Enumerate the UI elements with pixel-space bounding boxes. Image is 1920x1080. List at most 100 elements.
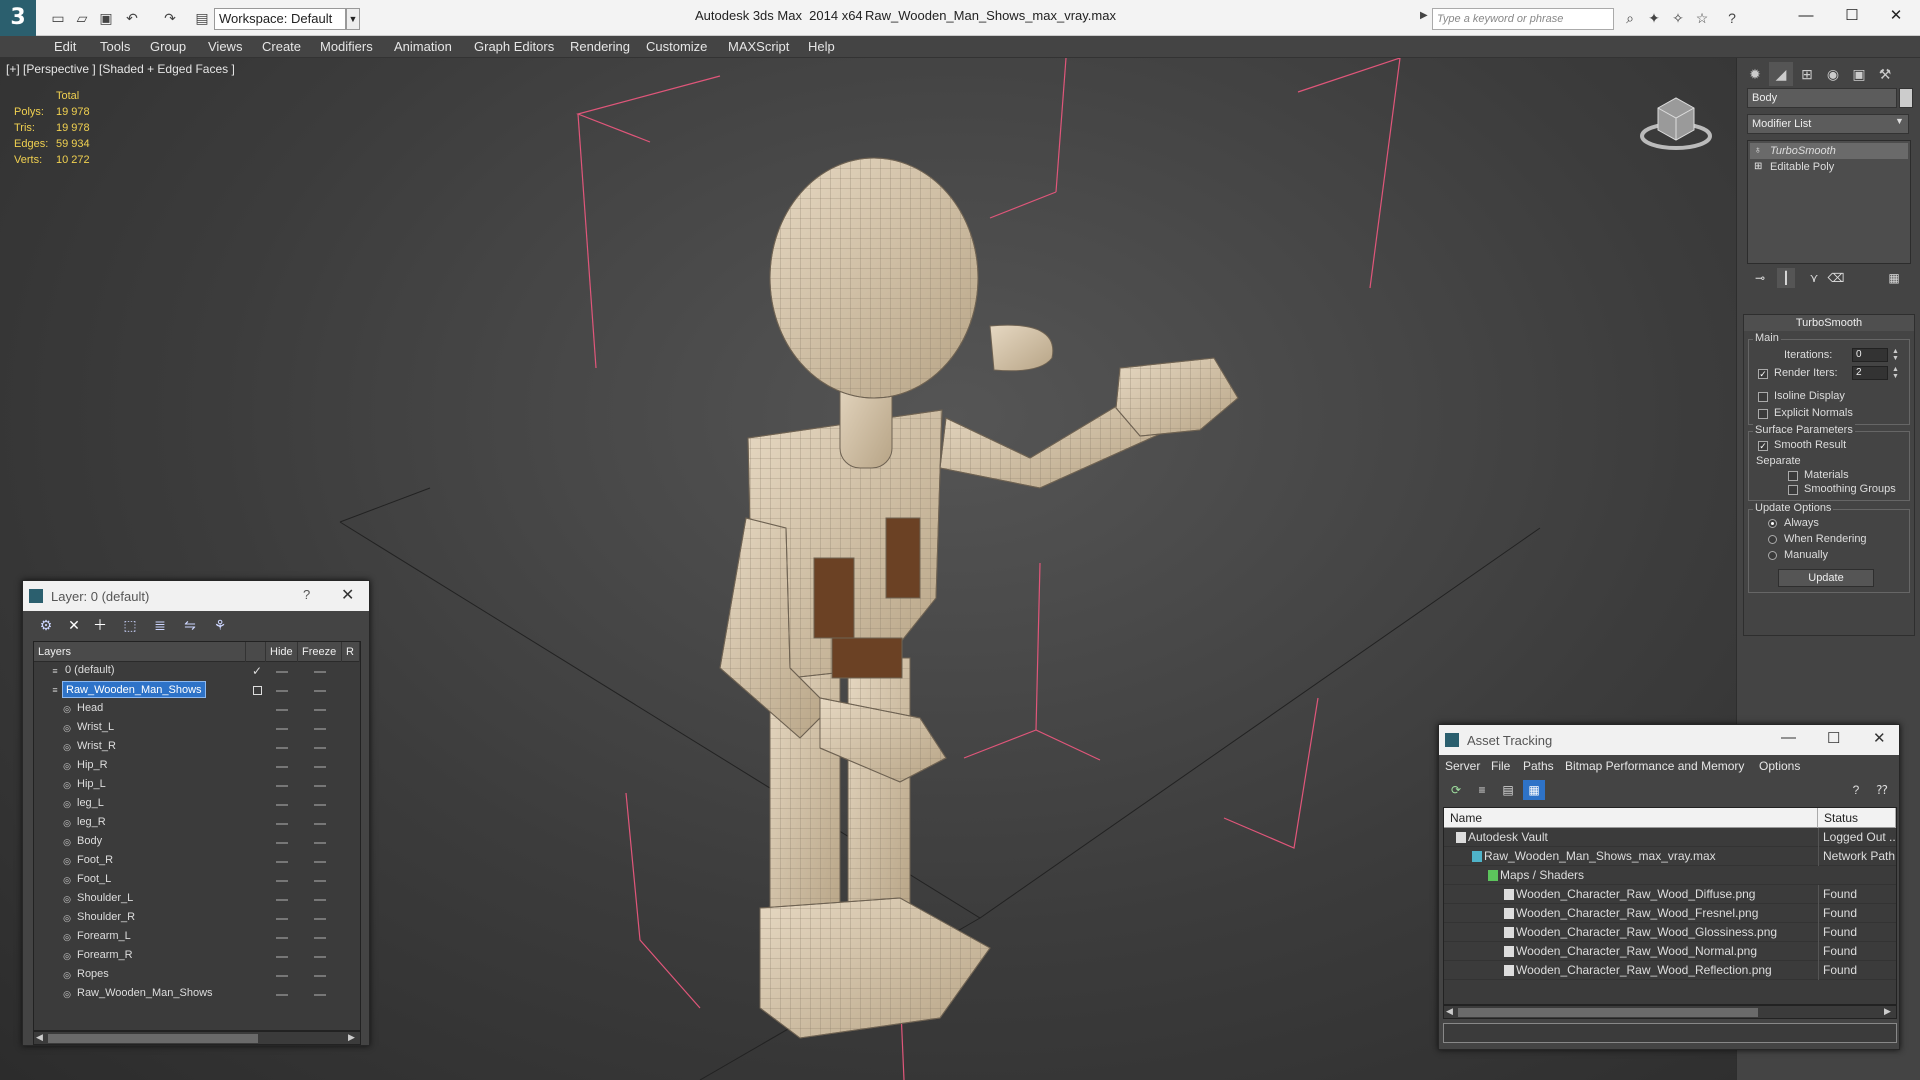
display-tab-icon[interactable]: ▣ — [1847, 62, 1871, 86]
save-icon[interactable]: ▣ — [96, 8, 116, 28]
scroll-left-icon[interactable]: ◀ — [1446, 1006, 1453, 1017]
layer-name[interactable]: Body — [74, 833, 105, 850]
asset-menu-paths[interactable]: Paths — [1523, 755, 1554, 777]
asset-row[interactable]: Maps / Shaders — [1444, 866, 1896, 885]
freeze-toggle[interactable] — [314, 937, 326, 939]
layer-name[interactable]: Hip_R — [74, 757, 111, 774]
freeze-toggle[interactable] — [314, 956, 326, 958]
hide-toggle[interactable] — [276, 785, 288, 787]
layer-row[interactable]: ◎ Shoulder_R — [34, 909, 360, 928]
hide-toggle[interactable] — [276, 823, 288, 825]
stack-item-turbosmooth[interactable]: ♁ TurboSmooth — [1750, 143, 1908, 159]
undo-icon[interactable]: ↶ — [122, 8, 142, 28]
freeze-toggle[interactable] — [314, 766, 326, 768]
layer-name[interactable]: Foot_L — [74, 871, 114, 888]
layer-row[interactable]: ◎ Forearm_R — [34, 947, 360, 966]
select-objects-icon[interactable]: ⬚ — [119, 615, 141, 635]
layer-row[interactable]: ◎ leg_L — [34, 795, 360, 814]
close-button[interactable]: ✕ — [1873, 729, 1886, 747]
minimize-button[interactable]: — — [1781, 729, 1796, 746]
column-name[interactable]: Name — [1444, 808, 1818, 828]
add-layer-icon[interactable]: ＋ — [89, 615, 111, 635]
show-end-result-icon[interactable]: ┃ — [1777, 268, 1795, 288]
hide-toggle[interactable] — [276, 994, 288, 996]
expand-arrow-icon[interactable]: ▶ — [1420, 10, 1428, 21]
layer-row[interactable]: ◎ Head — [34, 700, 360, 719]
asset-row[interactable]: Wooden_Character_Raw_Wood_Reflection.png… — [1444, 961, 1896, 980]
layer-name[interactable]: Wrist_L — [74, 719, 117, 736]
spinner-arrows-icon[interactable]: ▲ ▼ — [1892, 366, 1899, 380]
layer-row[interactable]: ◎ Hip_R — [34, 757, 360, 776]
layer-name[interactable]: Shoulder_R — [74, 909, 138, 926]
asset-row[interactable]: Wooden_Character_Raw_Wood_Glossiness.png… — [1444, 923, 1896, 942]
column-status[interactable]: Status — [1818, 808, 1896, 828]
scrollbar-thumb[interactable] — [1458, 1008, 1758, 1017]
asset-row[interactable]: Wooden_Character_Raw_Wood_Fresnel.png Fou… — [1444, 904, 1896, 923]
spinner-arrows-icon[interactable]: ▲ ▼ — [1892, 348, 1899, 362]
hide-toggle[interactable] — [276, 709, 288, 711]
search-input[interactable]: Type a keyword or phrase — [1432, 8, 1614, 30]
lightbulb-icon[interactable]: ♁ — [1754, 145, 1766, 157]
layer-name[interactable]: Forearm_R — [74, 947, 136, 964]
close-button[interactable]: ✕ — [1876, 4, 1916, 28]
layer-name[interactable]: leg_R — [74, 814, 109, 831]
current-layer-check-icon[interactable]: ✓ — [252, 662, 262, 681]
asset-menu-options[interactable]: Options — [1759, 755, 1800, 777]
remove-modifier-icon[interactable]: ⌫ — [1827, 268, 1845, 288]
hide-toggle[interactable] — [276, 937, 288, 939]
expand-plus-icon[interactable]: ⊞ — [1754, 161, 1766, 173]
layer-row[interactable]: ◎ Wrist_L — [34, 719, 360, 738]
hide-toggle[interactable] — [276, 975, 288, 977]
layer-row[interactable]: ◎ Raw_Wooden_Man_Shows — [34, 985, 360, 1004]
freeze-toggle[interactable] — [314, 690, 326, 692]
layer-row[interactable]: ◎ Foot_L — [34, 871, 360, 890]
layer-dialog-titlebar[interactable]: Layer: 0 (default) ? ✕ — [23, 581, 369, 611]
layer-row[interactable]: ◎ Foot_R — [34, 852, 360, 871]
update-button[interactable]: Update — [1778, 569, 1874, 587]
menu-group[interactable]: Group — [150, 36, 186, 58]
stack-item-editable-poly[interactable]: ⊞ Editable Poly — [1750, 159, 1908, 175]
help-icon[interactable]: ? — [303, 587, 310, 602]
viewcube-icon[interactable] — [1636, 78, 1716, 158]
hide-freeze-icon[interactable]: ⚘ — [209, 615, 231, 635]
layer-name[interactable]: Hip_L — [74, 776, 109, 793]
close-icon[interactable]: ✕ — [341, 585, 354, 605]
layer-name[interactable]: Ropes — [74, 966, 112, 983]
hide-toggle[interactable] — [276, 804, 288, 806]
hide-toggle[interactable] — [276, 956, 288, 958]
smooth-result-checkbox[interactable]: ✓ — [1758, 441, 1768, 451]
freeze-toggle[interactable] — [314, 785, 326, 787]
chevron-down-icon[interactable]: ▼ — [346, 8, 360, 30]
layer-row[interactable]: ◎ leg_R — [34, 814, 360, 833]
motion-tab-icon[interactable]: ◉ — [1821, 62, 1845, 86]
context-help-icon[interactable]: ⁇ — [1871, 780, 1893, 800]
materials-checkbox[interactable] — [1788, 471, 1798, 481]
chevron-down-icon[interactable]: ▼ — [1895, 116, 1904, 126]
asset-row[interactable]: Raw_Wooden_Man_Shows_max_vray.max Network… — [1444, 847, 1896, 866]
freeze-toggle[interactable] — [314, 880, 326, 882]
asset-menu-bitmap-performance[interactable]: Bitmap Performance and Memory — [1565, 755, 1744, 777]
layer-name[interactable]: Foot_R — [74, 852, 116, 869]
refresh-icon[interactable]: ⟳ — [1445, 780, 1467, 800]
column-layers[interactable]: Layers — [34, 642, 246, 662]
freeze-toggle[interactable] — [314, 823, 326, 825]
modify-tab-icon[interactable]: ◢ — [1769, 62, 1793, 86]
hide-toggle[interactable] — [276, 880, 288, 882]
utilities-tab-icon[interactable]: ⚒ — [1873, 62, 1897, 86]
highlight-layer-icon[interactable]: ⇋ — [179, 615, 201, 635]
menu-graph-editors[interactable]: Graph Editors — [474, 36, 554, 58]
hide-toggle[interactable] — [276, 842, 288, 844]
layer-name[interactable]: Wrist_R — [74, 738, 119, 755]
hide-toggle[interactable] — [276, 766, 288, 768]
configure-sets-icon[interactable]: ▦ — [1885, 268, 1903, 288]
layer-horizontal-scrollbar[interactable]: ◀ ▶ — [33, 1031, 361, 1045]
isoline-display-checkbox[interactable] — [1758, 392, 1768, 402]
layer-row[interactable]: ◎ Hip_L — [34, 776, 360, 795]
always-radio[interactable] — [1768, 519, 1777, 528]
manually-radio[interactable] — [1768, 551, 1777, 560]
freeze-toggle[interactable] — [314, 671, 326, 673]
menu-maxscript[interactable]: MAXScript — [728, 36, 789, 58]
layer-name[interactable]: leg_L — [74, 795, 107, 812]
column-current[interactable] — [246, 642, 266, 662]
smoothing-groups-checkbox[interactable] — [1788, 485, 1798, 495]
